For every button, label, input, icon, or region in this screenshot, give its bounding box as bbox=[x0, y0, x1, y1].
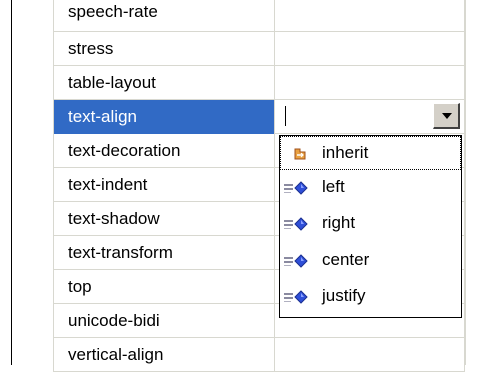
property-name: text-indent bbox=[53, 168, 275, 202]
property-grid-window: speech-rate stress table-layout text-ali… bbox=[0, 0, 483, 372]
option-justify[interactable]: justify bbox=[280, 279, 461, 313]
enum-value-icon bbox=[284, 254, 316, 268]
enum-value-icon bbox=[284, 181, 316, 195]
property-name: table-layout bbox=[53, 66, 275, 100]
grid-right-border bbox=[465, 0, 466, 365]
property-value[interactable] bbox=[275, 66, 465, 100]
text-align-value-combo[interactable] bbox=[279, 101, 462, 131]
dropdown-toggle-button[interactable] bbox=[433, 103, 460, 129]
property-name: unicode-bidi bbox=[53, 304, 275, 338]
option-label: justify bbox=[322, 286, 366, 305]
property-name: top bbox=[53, 270, 275, 304]
option-inherit[interactable]: inherit bbox=[280, 136, 461, 170]
option-left[interactable]: left bbox=[280, 170, 461, 204]
option-label: right bbox=[322, 213, 356, 232]
property-value[interactable] bbox=[275, 338, 465, 372]
property-row-speech-rate[interactable]: speech-rate bbox=[53, 0, 465, 32]
property-row-table-layout[interactable]: table-layout bbox=[53, 66, 465, 100]
option-label: inherit bbox=[322, 143, 369, 162]
property-name: vertical-align bbox=[53, 338, 275, 372]
property-name: text-transform bbox=[53, 236, 275, 270]
grid-gutter bbox=[12, 0, 53, 365]
chevron-down-icon bbox=[442, 113, 452, 119]
property-name: speech-rate bbox=[53, 0, 275, 32]
property-row-vertical-align[interactable]: vertical-align bbox=[53, 338, 465, 372]
text-align-value-input[interactable] bbox=[283, 104, 423, 128]
property-value[interactable] bbox=[275, 32, 465, 66]
property-name: stress bbox=[53, 32, 275, 66]
inherit-icon bbox=[293, 147, 325, 161]
option-center[interactable]: center bbox=[280, 243, 461, 277]
value-options-list: inherit left right center justify bbox=[279, 135, 462, 318]
option-label: center bbox=[322, 250, 370, 269]
property-name: text-align bbox=[53, 100, 275, 134]
property-row-stress[interactable]: stress bbox=[53, 32, 465, 66]
property-value[interactable] bbox=[275, 0, 465, 32]
property-name: text-decoration bbox=[53, 134, 275, 168]
enum-value-icon bbox=[284, 290, 316, 304]
property-name: text-shadow bbox=[53, 202, 275, 236]
enum-value-icon bbox=[284, 217, 316, 231]
option-right[interactable]: right bbox=[280, 206, 461, 240]
text-cursor bbox=[285, 106, 286, 126]
option-label: left bbox=[322, 177, 345, 196]
